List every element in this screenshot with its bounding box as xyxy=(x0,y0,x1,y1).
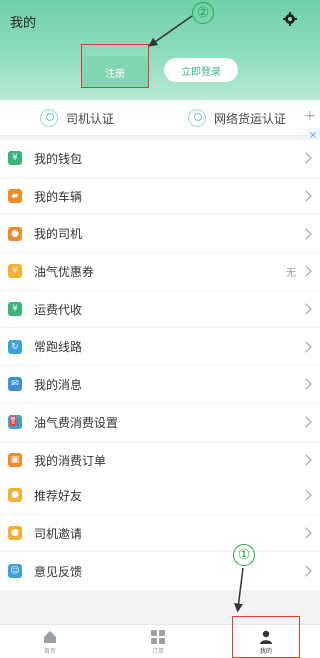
coupon-icon: ¥ xyxy=(8,264,22,279)
profile-header: 我的 注册 立即登录 xyxy=(0,0,320,100)
freight-certification[interactable]: 网络货运认证 xyxy=(188,108,286,128)
menu-item[interactable]: ▰ 我的车辆 xyxy=(0,178,320,216)
user-icon xyxy=(188,109,206,127)
freight-collect-icon: ¥ xyxy=(8,302,22,317)
chevron-right-icon xyxy=(300,303,312,315)
menu-item-label: 我的钱包 xyxy=(34,151,83,166)
message-icon: ✉ xyxy=(8,377,22,392)
gift-icon: ▣ xyxy=(8,453,22,468)
chevron-right-icon xyxy=(300,190,312,202)
menu-item[interactable]: ⛽ 油气费消费设置 xyxy=(0,404,320,442)
chevron-right-icon xyxy=(300,527,312,539)
tab-home[interactable]: 首页 xyxy=(20,627,80,657)
menu-item[interactable]: ↻ 常跑线路 xyxy=(0,328,320,367)
route-icon: ↻ xyxy=(8,339,22,354)
truck-icon: ▰ xyxy=(8,189,22,204)
register-highlight-box xyxy=(81,44,149,88)
tab-orders[interactable]: 订单 xyxy=(128,627,188,657)
fuel-icon: ⛽ xyxy=(8,415,22,430)
order-icon xyxy=(151,629,165,644)
menu-item[interactable]: ● 我的司机 xyxy=(0,215,320,254)
tab-label: 首页 xyxy=(43,647,56,655)
freight-certification-label: 网络货运认证 xyxy=(214,111,287,126)
chevron-right-icon xyxy=(300,228,312,240)
menu-item-label: 意见反馈 xyxy=(34,564,83,579)
menu-item-label: 我的消费订单 xyxy=(34,453,107,468)
login-button[interactable]: 立即登录 xyxy=(164,58,238,82)
driver-certification-label: 司机认证 xyxy=(66,111,115,126)
feedback-icon: ☺ xyxy=(8,564,22,579)
menu-item[interactable]: ☺ 意见反馈 xyxy=(0,552,320,590)
step-one-marker: ① xyxy=(233,544,255,566)
chevron-right-icon xyxy=(300,265,312,278)
menu-item-label: 运费代收 xyxy=(34,302,83,317)
menu-item[interactable]: ● 推荐好友 xyxy=(0,477,320,515)
menu-item-label: 油气优惠券 xyxy=(34,264,95,279)
profile-tab-highlight-box xyxy=(232,616,300,658)
certification-row: 司机认证 网络货运认证 + xyxy=(0,100,320,136)
chevron-right-icon xyxy=(300,152,312,165)
menu-item-label: 油气费消费设置 xyxy=(34,415,119,430)
menu-item-label: 推荐好友 xyxy=(34,488,83,503)
step-two-marker: ② xyxy=(192,2,214,24)
chevron-right-icon xyxy=(300,341,312,353)
menu-item[interactable]: ● 司机邀请 xyxy=(0,515,320,553)
menu-item[interactable]: ¥ 运费代收 xyxy=(0,291,320,329)
menu-item-value: 无 xyxy=(286,267,296,279)
menu-item-label: 常跑线路 xyxy=(34,340,83,355)
menu-item[interactable]: ¥ 油气优惠券 无 xyxy=(0,253,320,291)
chevron-right-icon xyxy=(300,416,312,428)
tab-label: 订单 xyxy=(151,647,164,655)
user-icon xyxy=(40,109,58,127)
gear-icon[interactable] xyxy=(283,12,297,26)
chevron-right-icon xyxy=(300,565,312,577)
plus-icon[interactable]: + xyxy=(304,108,316,124)
chevron-right-icon xyxy=(300,378,312,391)
menu-item[interactable]: ¥ 我的钱包 xyxy=(0,140,320,178)
menu-group-social: ● 推荐好友 ● 司机邀请 ☺ 意见反馈 xyxy=(0,477,320,591)
home-icon xyxy=(44,630,56,643)
driver-icon: ● xyxy=(8,226,22,241)
menu-item-label: 我的车辆 xyxy=(34,189,83,204)
chevron-right-icon xyxy=(300,454,312,467)
chevron-right-icon xyxy=(300,489,312,502)
invite-icon: ● xyxy=(8,526,22,541)
menu-item-label: 我的司机 xyxy=(34,227,83,242)
wallet-icon: ¥ xyxy=(8,151,22,166)
menu-group-account: ¥ 我的钱包 ▰ 我的车辆 ● 我的司机 ¥ 油气优惠券 无 ¥ 运费代收 ↻ 常跑线路 ✉ 我的消息 ⛽ 油气… xyxy=(0,140,320,480)
recommend-icon: ● xyxy=(8,488,22,503)
menu-item-label: 司机邀请 xyxy=(34,526,83,541)
page-title: 我的 xyxy=(10,16,37,31)
menu-item[interactable]: ✉ 我的消息 xyxy=(0,366,320,404)
menu-item-label: 我的消息 xyxy=(34,377,83,392)
driver-certification[interactable]: 司机认证 xyxy=(40,108,114,128)
menu-item[interactable]: ▣ 我的消费订单 xyxy=(0,442,320,480)
